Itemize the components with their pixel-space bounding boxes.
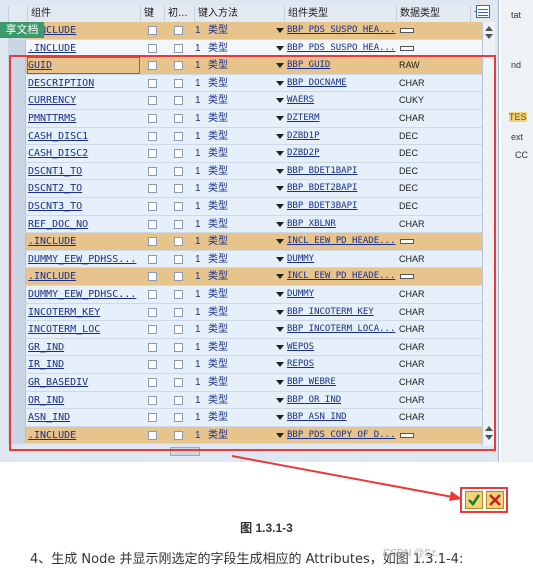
confirm-button[interactable] (465, 491, 483, 509)
close-icon (489, 494, 501, 506)
checkmark-icon (468, 494, 481, 506)
cancel-button[interactable] (486, 491, 504, 509)
body-paragraph: 4、生成 Node 并显示刚选定的字段生成相应的 Attributes，如图 1… (30, 552, 464, 567)
share-doc-tag: 享文档 (0, 22, 44, 38)
watermark: CSDN @Sz... (383, 548, 445, 559)
figure-caption: 图 1.3.1-3 (240, 521, 293, 535)
annotation-arrow (231, 455, 462, 501)
